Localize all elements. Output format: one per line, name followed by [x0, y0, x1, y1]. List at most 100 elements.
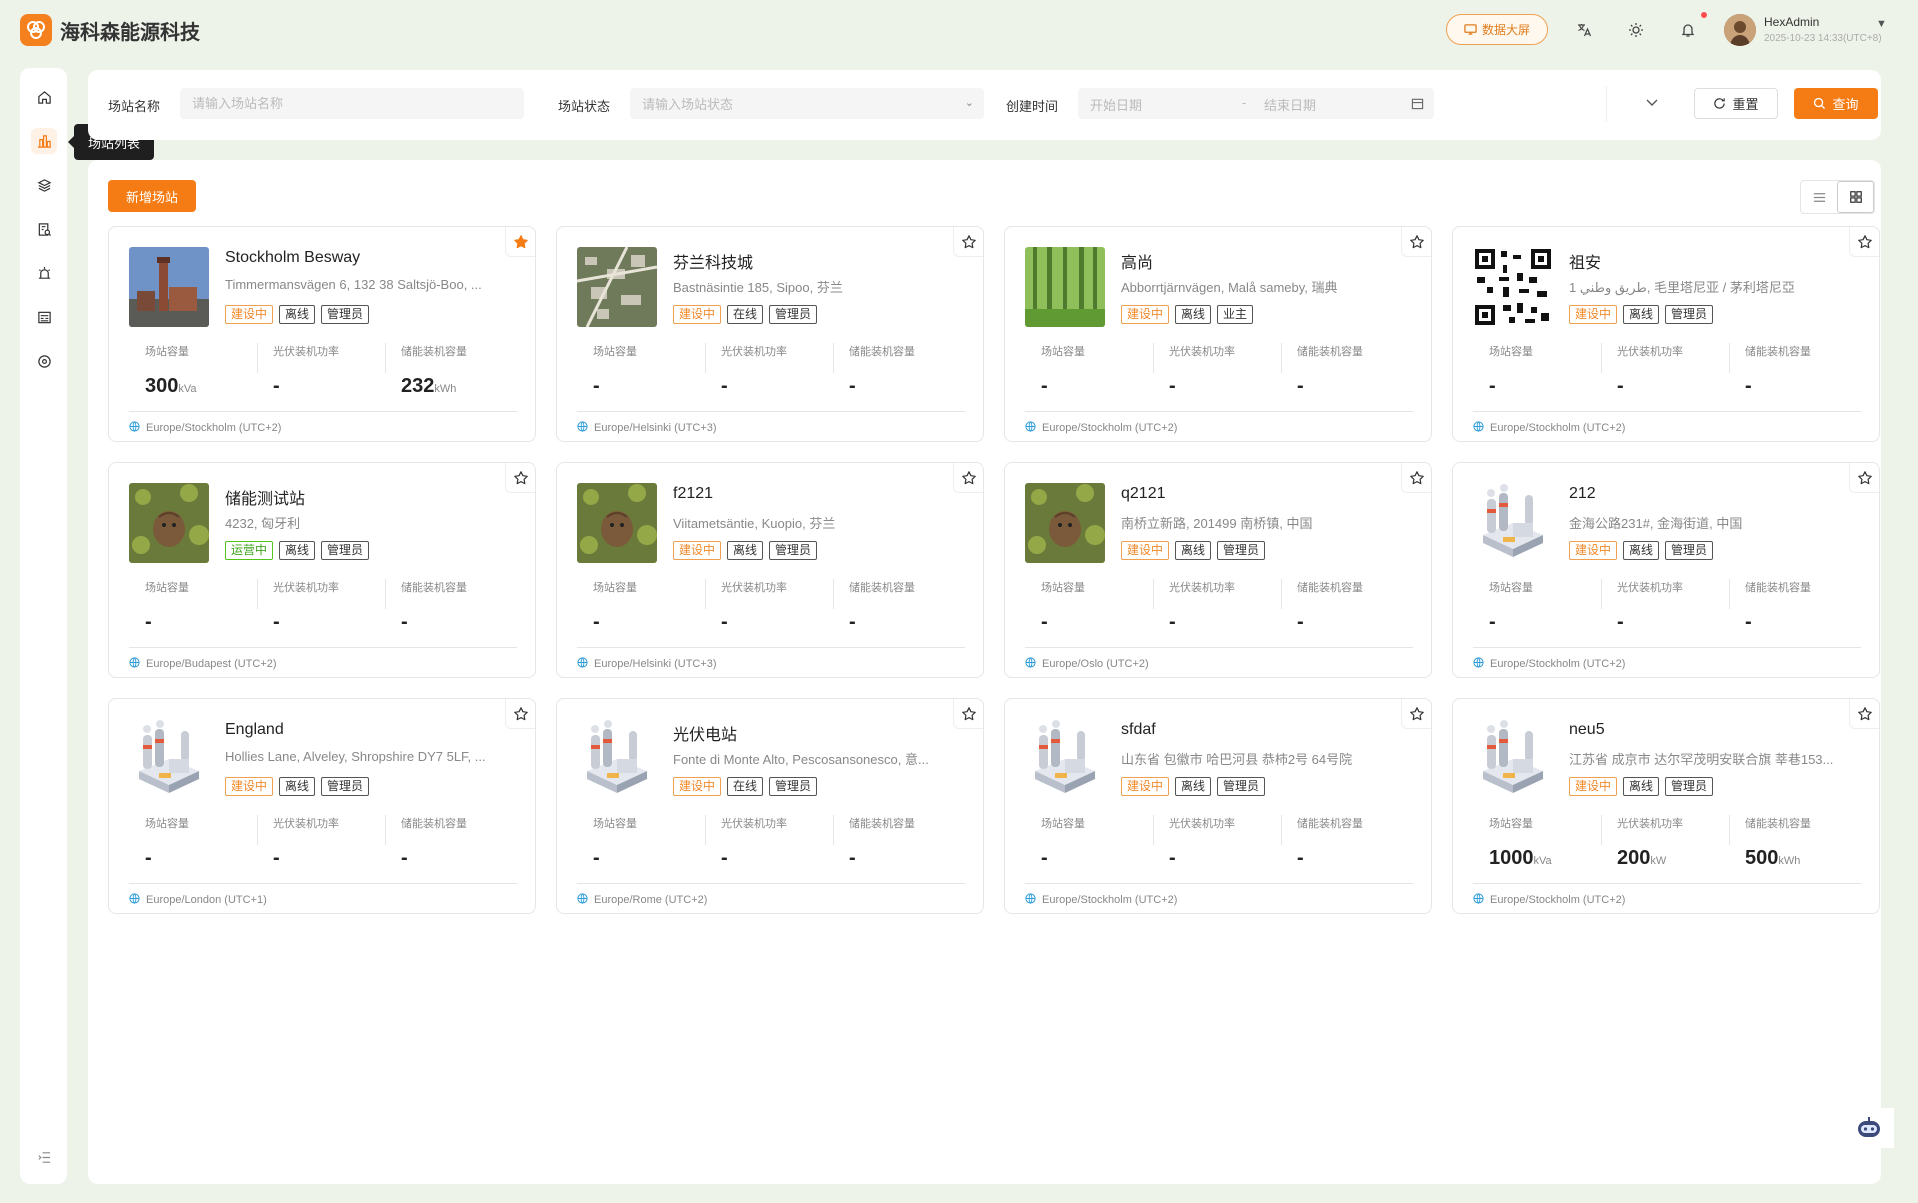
status-tag: 管理员 — [769, 777, 818, 796]
sidebar-item-layers[interactable] — [31, 172, 57, 198]
theme-sun-icon[interactable] — [1626, 20, 1646, 40]
station-address: Abborrtjärnvägen, Malå sameby, 瑞典 — [1121, 280, 1338, 295]
metric-divider — [385, 343, 386, 373]
status-tag: 管理员 — [1665, 541, 1714, 560]
chevron-down-icon[interactable]: ▼ — [1876, 18, 1887, 30]
globe-icon — [1025, 421, 1036, 435]
card-divider — [577, 883, 965, 884]
station-card[interactable]: sfdaf 山东省 包徽市 哈巴河县 恭柿2号 64号院 建设中 离线 管理员 场站… — [1004, 698, 1432, 914]
data-dashboard-button[interactable]: 数据大屏 — [1446, 14, 1548, 45]
filter-divider — [1606, 86, 1607, 122]
favorite-star-icon[interactable] — [1401, 699, 1431, 729]
status-tag: 管理员 — [1665, 777, 1714, 796]
metric-divider — [1153, 815, 1154, 845]
station-card[interactable]: 祖安 1 طريق وطني, 毛里塔尼亚 / 茅利塔尼亞 建设中 离线 管理员 场… — [1452, 226, 1880, 442]
station-name-input[interactable] — [180, 88, 524, 119]
station-card[interactable]: f2121 Viitametsäntie, Kuopio, 芬兰 建设中 离线 管理… — [556, 462, 984, 678]
status-tag: 建设中 — [1121, 305, 1170, 324]
storage-metric: 储能装机容量 - — [1745, 579, 1811, 634]
sidebar-collapse-button[interactable] — [31, 1144, 57, 1170]
storage-label: 储能装机容量 — [1745, 818, 1811, 830]
sidebar-item-bill[interactable] — [31, 304, 57, 330]
favorite-star-icon[interactable] — [505, 699, 535, 729]
favorite-star-icon[interactable] — [1849, 699, 1879, 729]
sidebar-item-report[interactable] — [31, 216, 57, 242]
list-view-button[interactable] — [1801, 181, 1837, 213]
translate-icon[interactable] — [1574, 20, 1594, 40]
pv-power-value: - — [273, 847, 280, 869]
notification-bell-icon[interactable] — [1678, 20, 1698, 40]
station-card[interactable]: Stockholm Besway Timmermansvägen 6, 132 … — [108, 226, 536, 442]
favorite-star-icon[interactable] — [953, 463, 983, 493]
station-tags: 建设中 离线 管理员 — [225, 305, 370, 324]
station-timezone: Europe/Stockholm (UTC+2) — [1025, 421, 1177, 435]
timezone-text: Europe/Budapest (UTC+2) — [146, 658, 277, 670]
storage-metric: 储能装机容量 - — [1745, 343, 1811, 398]
storage-label: 储能装机容量 — [401, 582, 467, 594]
favorite-star-icon[interactable] — [953, 227, 983, 257]
station-card[interactable]: 储能测试站 4232, 匈牙利 运营中 离线 管理员 场站容量 - 光伏装机功率 -… — [108, 462, 536, 678]
status-tag: 离线 — [279, 541, 316, 560]
station-card[interactable]: q2121 南桥立新路, 201499 南桥镇, 中国 建设中 离线 管理员 场站容… — [1004, 462, 1432, 678]
globe-icon — [129, 893, 140, 907]
search-icon — [1814, 97, 1826, 110]
timezone-text: Europe/Helsinki (UTC+3) — [594, 658, 717, 670]
pv-power-value: - — [273, 611, 280, 633]
storage-value: - — [1745, 375, 1752, 397]
pv-power-label: 光伏装机功率 — [1169, 582, 1235, 594]
station-card[interactable]: 光伏电站 Fonte di Monte Alto, Pescosansonesc… — [556, 698, 984, 914]
station-card[interactable]: 212 金海公路231#, 金海街道, 中国 建设中 离线 管理员 场站容量 - 光… — [1452, 462, 1880, 678]
station-card[interactable]: England Hollies Lane, Alveley, Shropshir… — [108, 698, 536, 914]
status-tag: 建设中 — [225, 777, 274, 796]
view-toggle — [1800, 180, 1875, 214]
capacity-metric: 场站容量 300kVa — [145, 343, 197, 398]
storage-value: 500 — [1745, 847, 1779, 869]
favorite-star-icon[interactable] — [1401, 227, 1431, 257]
capacity-value: - — [1041, 611, 1048, 633]
favorite-star-icon[interactable] — [505, 463, 535, 493]
user-time: 2025-10-23 14:33(UTC+8) — [1764, 33, 1882, 44]
brand-logo-icon — [20, 14, 52, 46]
expand-filter-chevron-icon[interactable] — [1644, 94, 1660, 113]
station-name-label: 场站名称 — [108, 99, 161, 114]
sidebar-item-station-list[interactable] — [31, 128, 57, 154]
timezone-text: Europe/Oslo (UTC+2) — [1042, 658, 1149, 670]
favorite-star-icon[interactable] — [953, 699, 983, 729]
sidebar-item-home[interactable] — [31, 84, 57, 110]
station-address: 金海公路231#, 金海街道, 中国 — [1569, 516, 1743, 531]
assistant-robot-button[interactable] — [1844, 1108, 1894, 1148]
globe-icon — [129, 657, 140, 671]
station-card[interactable]: 高尚 Abborrtjärnvägen, Malå sameby, 瑞典 建设中… — [1004, 226, 1432, 442]
status-tag: 建设中 — [1569, 777, 1618, 796]
station-card[interactable]: 芬兰科技城 Bastnäsintie 185, Sipoo, 芬兰 建设中 在线管… — [556, 226, 984, 442]
timezone-text: Europe/Rome (UTC+2) — [594, 894, 708, 906]
bill-icon — [37, 311, 51, 323]
capacity-metric: 场站容量 1000kVa — [1489, 815, 1552, 870]
pv-power-label: 光伏装机功率 — [1617, 582, 1683, 594]
station-title: 芬兰科技城 — [673, 255, 754, 272]
add-station-button[interactable]: 新增场站 — [108, 180, 196, 212]
status-tag: 在线 — [727, 305, 764, 324]
storage-metric: 储能装机容量 - — [849, 343, 915, 398]
grid-view-button[interactable] — [1837, 181, 1874, 213]
timezone-text: Europe/Stockholm (UTC+2) — [146, 422, 282, 434]
favorite-star-icon[interactable] — [505, 227, 535, 257]
favorite-star-icon[interactable] — [1401, 463, 1431, 493]
query-button[interactable]: 查询 — [1794, 88, 1878, 119]
pv-power-metric: 光伏装机功率 - — [721, 815, 787, 870]
sidebar-item-settings[interactable] — [31, 348, 57, 374]
favorite-star-icon[interactable] — [1849, 227, 1879, 257]
pv-power-metric: 光伏装机功率 - — [1617, 579, 1683, 634]
sidebar-item-alarm[interactable] — [31, 260, 57, 286]
pv-power-value: - — [273, 375, 280, 397]
station-status-select[interactable]: 请输入场站状态 ⌄ — [630, 88, 984, 119]
status-tag: 业主 — [1217, 305, 1254, 324]
user-avatar[interactable] — [1724, 14, 1756, 46]
date-range-picker[interactable]: 开始日期 - 结束日期 — [1078, 88, 1434, 119]
storage-metric: 储能装机容量 - — [401, 579, 467, 634]
status-tag: 管理员 — [769, 541, 818, 560]
favorite-star-icon[interactable] — [1849, 463, 1879, 493]
reset-button[interactable]: 重置 — [1694, 88, 1778, 119]
home-icon — [37, 90, 51, 104]
station-card[interactable]: neu5 江苏省 成京市 达尔罕茂明安联合旗 莘巷153... 建设中 离线 管理员… — [1452, 698, 1880, 914]
